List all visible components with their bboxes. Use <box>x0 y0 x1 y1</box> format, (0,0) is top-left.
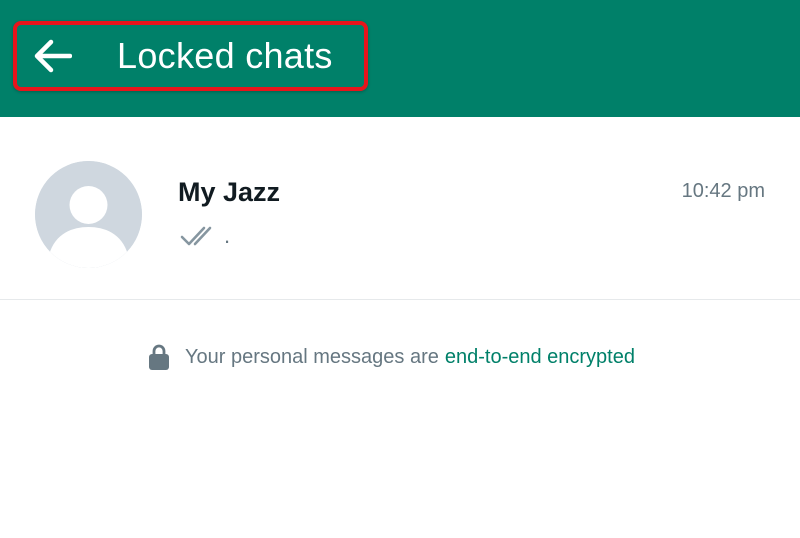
encryption-link[interactable]: end-to-end encrypted <box>445 346 635 369</box>
arrow-left-icon <box>34 39 72 73</box>
back-button[interactable] <box>30 34 76 78</box>
top-app-bar: Locked chats <box>0 0 800 117</box>
page-title: Locked chats <box>117 35 333 76</box>
chat-time: 10:42 pm <box>681 180 765 202</box>
chat-last-message: . <box>224 223 231 248</box>
double-check-icon <box>180 226 212 246</box>
locked-chats-screen: Locked chats My Jazz 10:42 pm . Your per… <box>0 0 800 538</box>
chat-list-item[interactable]: My Jazz 10:42 pm . <box>0 117 800 299</box>
default-avatar-icon <box>35 161 142 268</box>
chat-name: My Jazz <box>178 177 281 207</box>
encryption-notice: Your personal messages are end-to-end en… <box>148 340 635 374</box>
encryption-text: Your personal messages are <box>185 345 439 368</box>
lock-icon <box>149 344 169 370</box>
divider <box>0 299 800 300</box>
